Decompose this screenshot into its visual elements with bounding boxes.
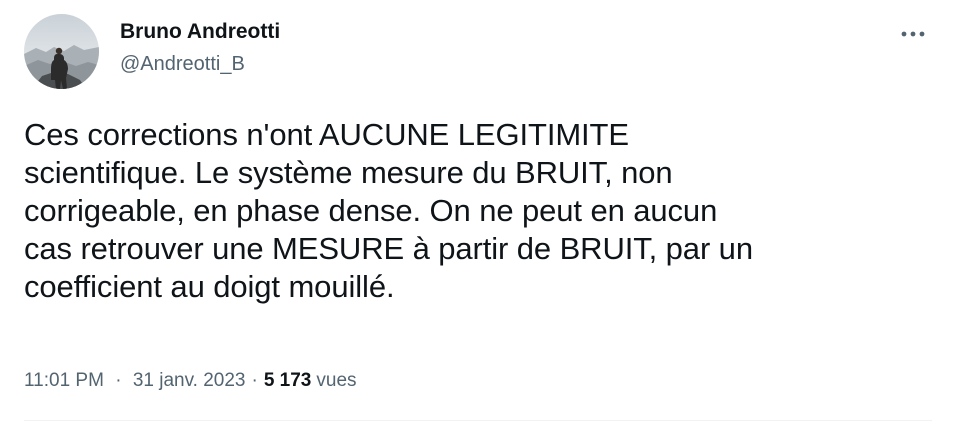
avatar[interactable] (24, 14, 99, 89)
tweet-metadata: 11:01 PM · 31 janv. 2023 · 5 173 vues (24, 370, 357, 392)
author-name[interactable]: Bruno Andreotti (120, 20, 280, 44)
separator: · (251, 370, 258, 391)
separator: · (115, 370, 122, 391)
avatar-image (24, 14, 99, 89)
more-options-button[interactable] (896, 20, 930, 48)
tweet-text: Ces corrections n'ont AUCUNE LEGITIMITE … (24, 117, 753, 304)
divider (24, 420, 932, 421)
views-label: vues (316, 370, 357, 391)
tweet-card: Bruno Andreotti @Andreotti_B Ces correct… (0, 0, 956, 426)
author-handle[interactable]: @Andreotti_B (120, 53, 245, 76)
tweet-time: 11:01 PM (24, 370, 104, 391)
tweet-timestamp[interactable]: 11:01 PM · 31 janv. 2023 (24, 370, 246, 392)
tweet-date: 31 janv. 2023 (132, 370, 246, 391)
views-count: 5 173 (263, 370, 312, 391)
more-horizontal-icon (901, 31, 925, 37)
